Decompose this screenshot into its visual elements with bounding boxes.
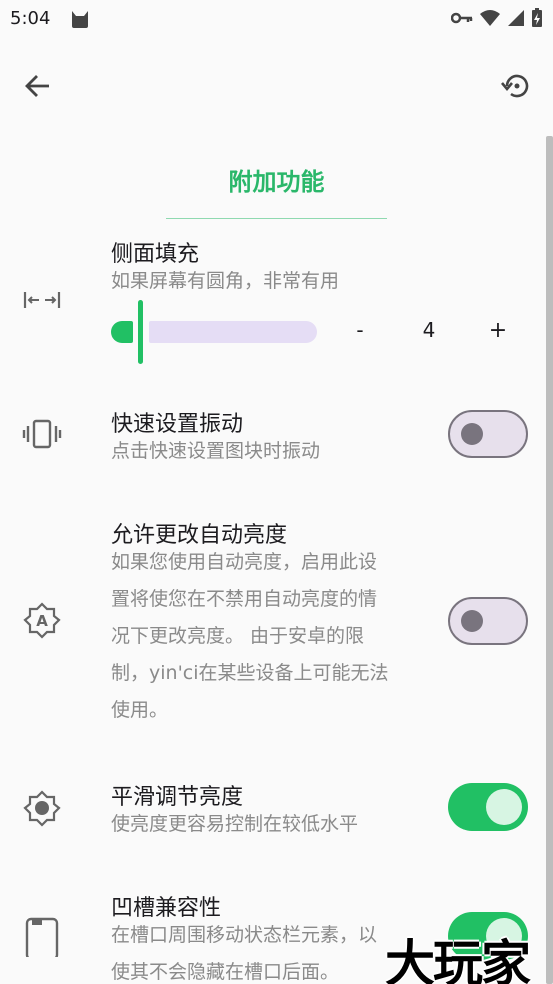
- restore-button[interactable]: [495, 68, 535, 104]
- summary-line: 况下更改亮度。 由于安卓的限: [111, 625, 365, 647]
- restore-icon: [501, 74, 529, 98]
- switch-knob: [461, 423, 483, 445]
- summary-line: 制，yin'ci在某些设备上可能无法: [111, 662, 389, 684]
- cat-icon: [70, 9, 90, 33]
- wifi-icon: [480, 10, 500, 26]
- toolbar: [0, 56, 553, 116]
- switch-knob: [461, 610, 483, 632]
- smooth-brightness-switch[interactable]: [448, 783, 528, 831]
- horizontal-padding-icon: [22, 280, 62, 320]
- setting-summary: 如果您使用自动亮度，启用此设 置将使您在不禁用自动亮度的情 况下更改亮度。 由于…: [111, 544, 431, 729]
- back-button[interactable]: [18, 68, 58, 104]
- summary-line: 使其不会隐藏在槽口后面。: [111, 961, 340, 983]
- switch-knob: [486, 789, 522, 825]
- side-padding-slider[interactable]: [111, 300, 317, 364]
- decrement-button[interactable]: -: [350, 318, 370, 348]
- auto-brightness-switch[interactable]: [448, 597, 528, 645]
- section-divider: [166, 218, 387, 219]
- battery-charging-icon: [532, 8, 542, 27]
- setting-summary: 在槽口周围移动状态栏元素，以 使其不会隐藏在槽口后面。: [111, 917, 431, 984]
- setting-summary: 点击快速设置图块时振动: [111, 440, 321, 462]
- summary-line: 如果您使用自动亮度，启用此设: [111, 551, 378, 573]
- status-time: 5:04: [10, 8, 51, 29]
- status-bar: 5:04: [0, 0, 553, 40]
- summary-line: 置将使您在不禁用自动亮度的情: [111, 588, 378, 610]
- notch-phone-icon: [22, 917, 62, 957]
- brightness-icon: [22, 788, 62, 828]
- vibration-icon: [22, 414, 62, 454]
- setting-summary: 使亮度更容易控制在较低水平: [111, 813, 359, 835]
- qs-vibration-switch[interactable]: [448, 410, 528, 458]
- watermark: 大玩家: [385, 935, 531, 984]
- key-icon: [451, 12, 473, 24]
- stepper-value: 4: [422, 318, 436, 342]
- increment-button[interactable]: +: [485, 318, 511, 348]
- section-title: 附加功能: [228, 168, 325, 196]
- status-icons: [451, 8, 543, 28]
- summary-line: 在槽口周围移动状态栏元素，以: [111, 924, 378, 946]
- svg-text:A: A: [36, 612, 48, 630]
- scrollbar[interactable]: [546, 136, 553, 984]
- summary-line: 使用。: [111, 699, 169, 721]
- slider-thumb[interactable]: [138, 300, 143, 364]
- arrow-left-icon: [25, 75, 49, 97]
- setting-summary: 如果屏幕有圆角，非常有用: [111, 270, 340, 292]
- signal-icon: [508, 10, 524, 26]
- slider-active-track: [111, 321, 133, 343]
- auto-brightness-icon: A: [22, 600, 62, 640]
- slider-inactive-track: [149, 321, 317, 343]
